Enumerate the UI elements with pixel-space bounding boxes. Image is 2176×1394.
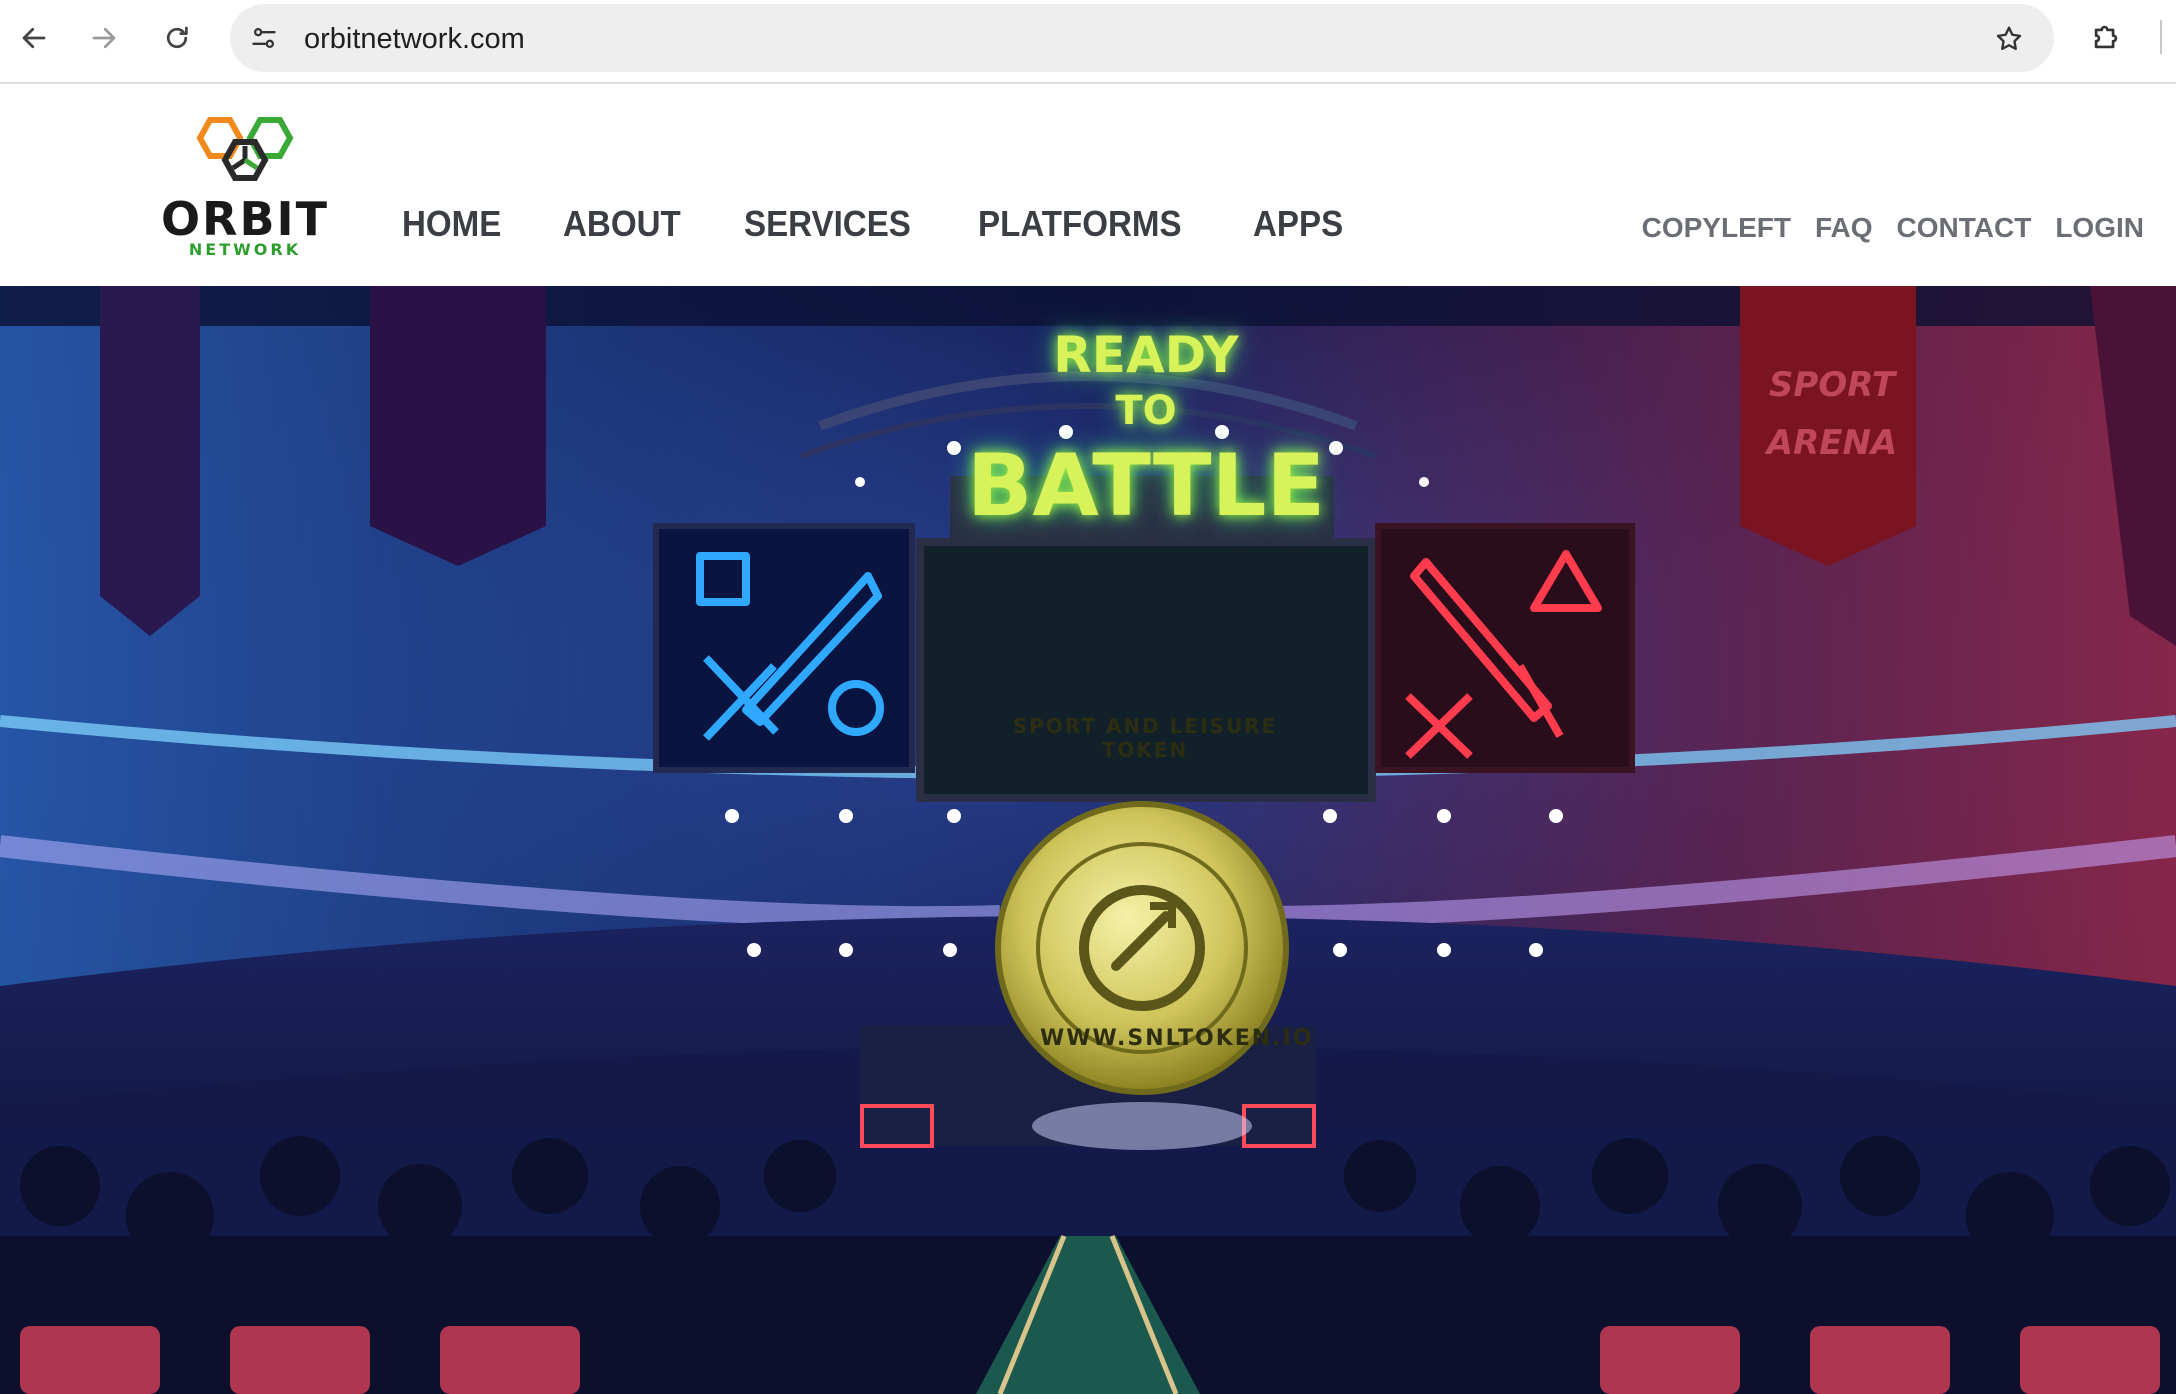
browser-toolbar: orbitnetwork.com: [0, 0, 2176, 84]
orbit-network-logo[interactable]: ORBIT NETWORK: [142, 112, 348, 262]
nav-login[interactable]: LOGIN: [2055, 212, 2144, 244]
nav-apps[interactable]: APPS: [1253, 204, 1343, 244]
nav-services[interactable]: SERVICES: [744, 204, 911, 244]
arrow-right-icon: [92, 27, 116, 49]
arrow-left-icon: [22, 27, 46, 49]
screen-line-to: TO: [1115, 388, 1177, 434]
logo-subtitle: NETWORK: [188, 240, 302, 259]
coin-bottom-text: WWW.SNLTOKEN.IO: [1040, 1026, 1314, 1051]
nav-copyleft[interactable]: COPYLEFT: [1642, 212, 1791, 244]
nav-faq[interactable]: FAQ: [1815, 212, 1873, 244]
logo-wordmark: ORBIT: [160, 192, 330, 246]
toolbar-divider: [2160, 20, 2162, 54]
banner-text-1: SPORT: [1769, 365, 1898, 405]
puzzle-icon: [2094, 25, 2118, 49]
tune-icon: [252, 27, 276, 49]
hero-banner: SPORT ARENA READY TO BATTLE SPORT AND LE…: [0, 286, 2176, 1394]
screen-line-ready: READY: [1053, 326, 1239, 384]
site-info-button[interactable]: [242, 16, 286, 60]
nav-platforms[interactable]: PLATFORMS: [978, 204, 1182, 244]
url-text[interactable]: orbitnetwork.com: [304, 23, 525, 56]
utility-nav: COPYLEFT FAQ CONTACT LOGIN: [1618, 212, 2144, 244]
nav-home[interactable]: HOME: [402, 204, 501, 244]
screen-line-battle: BATTLE: [966, 436, 1326, 536]
coin-top-text: SPORT AND LEISURE TOKEN: [1012, 714, 1278, 762]
reload-button[interactable]: [157, 18, 197, 58]
nav-contact[interactable]: CONTACT: [1897, 212, 2032, 244]
banner-text-2: ARENA: [1764, 423, 1898, 463]
site-header: ORBIT NETWORK HOME ABOUT SERVICES PLATFO…: [0, 84, 2176, 286]
hexagon-logo-icon: [196, 117, 294, 181]
back-button[interactable]: [14, 18, 54, 58]
main-nav: HOME ABOUT SERVICES PLATFORMS APPS: [402, 204, 1404, 244]
star-icon: [1996, 26, 2022, 51]
reload-icon: [166, 26, 188, 49]
bookmark-button[interactable]: [1992, 22, 2026, 56]
extensions-button[interactable]: [2086, 17, 2126, 57]
nav-about[interactable]: ABOUT: [563, 204, 681, 244]
forward-button[interactable]: [84, 18, 124, 58]
address-bar[interactable]: orbitnetwork.com: [230, 4, 2054, 72]
